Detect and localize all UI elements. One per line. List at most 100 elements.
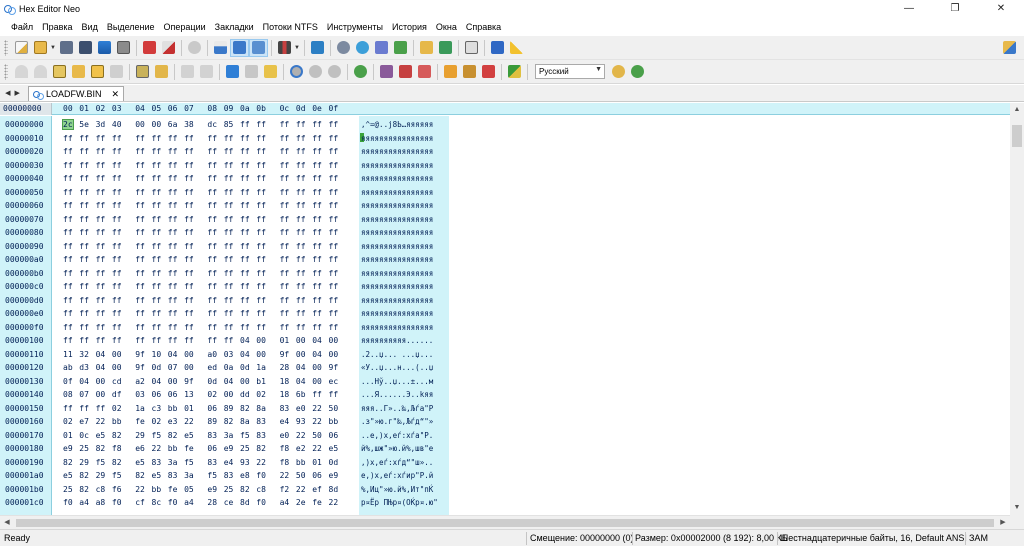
hex-byte[interactable]: 18 <box>280 377 290 386</box>
hex-byte[interactable]: ff <box>96 147 106 156</box>
hex-byte[interactable]: 9f <box>135 350 145 359</box>
hex-byte[interactable]: ff <box>280 296 290 305</box>
hex-byte[interactable]: ff <box>207 228 217 237</box>
hex-byte[interactable]: 22 <box>296 485 306 494</box>
hex-byte[interactable]: 02 <box>112 404 122 413</box>
hex-byte[interactable]: ff <box>224 134 234 143</box>
hex-byte[interactable]: ff <box>152 161 162 170</box>
hex-byte[interactable]: 93 <box>296 417 306 426</box>
hex-byte[interactable]: 9f <box>184 377 194 386</box>
tab-close-icon[interactable]: ✕ <box>112 89 120 100</box>
hex-byte[interactable]: 06 <box>329 431 339 440</box>
hex-byte[interactable]: ff <box>79 174 89 183</box>
hex-byte[interactable]: 22 <box>312 444 322 453</box>
scroll-down-icon[interactable]: ▼ <box>1010 501 1024 515</box>
hex-byte[interactable]: 9f <box>280 350 290 359</box>
hex-byte[interactable]: ff <box>112 242 122 251</box>
hex-byte[interactable]: 13 <box>184 390 194 399</box>
hex-byte[interactable]: 25 <box>79 444 89 453</box>
hex-byte[interactable]: ff <box>184 323 194 332</box>
ascii-row[interactable]: .з"»ю.г"‰‚Љѓд“"» <box>361 417 433 426</box>
hex-byte[interactable]: 3a <box>168 458 178 467</box>
hex-byte[interactable]: fe <box>312 498 322 507</box>
hex-byte[interactable]: ff <box>312 120 322 129</box>
hex-byte[interactable]: ff <box>79 269 89 278</box>
hex-byte[interactable]: ff <box>312 161 322 170</box>
properties-icon[interactable] <box>463 40 480 56</box>
hex-byte[interactable]: 9f <box>135 363 145 372</box>
scroll-left-icon[interactable]: ◀ <box>0 516 14 530</box>
hex-byte[interactable]: ff <box>135 188 145 197</box>
compare-icon[interactable] <box>212 40 229 56</box>
ascii-row[interactable]: %‚Иц"»ю.й%‚Ит"пЌ <box>361 485 433 494</box>
hex-byte[interactable]: ef <box>312 485 322 494</box>
tab-loadfw-bin[interactable]: LOADFW.BIN ✕ <box>28 86 125 101</box>
hex-byte[interactable]: 3a <box>224 431 234 440</box>
hex-byte[interactable]: e5 <box>63 471 73 480</box>
hex-byte[interactable]: ff <box>79 296 89 305</box>
hex-byte[interactable]: 06 <box>207 444 217 453</box>
charset-icon[interactable] <box>629 64 646 80</box>
monitor-icon[interactable] <box>309 40 326 56</box>
hex-byte[interactable]: bb <box>296 458 306 467</box>
hex-byte[interactable]: 00 <box>168 377 178 386</box>
hex-byte[interactable]: ff <box>329 242 339 251</box>
hex-byte[interactable]: ff <box>112 188 122 197</box>
hex-byte[interactable]: ff <box>79 336 89 345</box>
hex-byte[interactable]: e0 <box>280 431 290 440</box>
hex-view-icon[interactable] <box>230 38 249 57</box>
hex-byte[interactable]: ff <box>256 134 266 143</box>
hex-byte[interactable]: ff <box>112 147 122 156</box>
hex-byte[interactable]: ff <box>240 174 250 183</box>
hex-byte[interactable]: 22 <box>312 404 322 413</box>
hex-byte[interactable]: ff <box>135 134 145 143</box>
hex-byte[interactable]: 40 <box>112 120 122 129</box>
goto-icon[interactable] <box>378 64 395 80</box>
hex-byte[interactable]: 00 <box>112 350 122 359</box>
hex-byte[interactable]: 04 <box>79 377 89 386</box>
hex-editor[interactable]: 00000000 00 01 02 03 04 05 06 07 08 09 0a 0b 0c 0d 0e 0… <box>0 103 1024 515</box>
hex-byte[interactable]: ff <box>312 282 322 291</box>
hex-byte[interactable]: 0a <box>224 363 234 372</box>
hex-byte[interactable]: ff <box>184 336 194 345</box>
open-file-icon[interactable] <box>32 40 49 56</box>
tab-scroll-arrows[interactable]: ◀ ▶ <box>0 85 26 101</box>
hex-byte[interactable]: ff <box>240 242 250 251</box>
hex-byte[interactable]: ff <box>312 201 322 210</box>
hex-byte[interactable]: ff <box>329 161 339 170</box>
hex-byte[interactable]: ed <box>207 363 217 372</box>
hex-byte[interactable]: 01 <box>63 431 73 440</box>
hex-byte[interactable]: ff <box>224 242 234 251</box>
scroll-right-icon[interactable]: ▶ <box>996 516 1010 530</box>
hex-byte[interactable]: ff <box>96 323 106 332</box>
hex-byte[interactable]: d3 <box>79 363 89 372</box>
menu-bookmarks[interactable]: Закладки <box>211 22 258 32</box>
paste-special-icon[interactable] <box>262 64 279 80</box>
hex-byte[interactable]: ff <box>168 309 178 318</box>
save-as-icon[interactable] <box>77 40 94 56</box>
save-all-icon[interactable] <box>96 40 113 56</box>
hex-byte[interactable]: 93 <box>240 458 250 467</box>
hex-byte[interactable]: f0 <box>63 498 73 507</box>
hex-byte[interactable]: ff <box>168 215 178 224</box>
ascii-row[interactable]: яяяяяяяяяяяяяяяя <box>361 161 433 170</box>
hex-byte[interactable]: 1a <box>135 404 145 413</box>
hex-byte[interactable]: b1 <box>256 377 266 386</box>
hex-byte[interactable]: 00 <box>184 363 194 372</box>
hex-byte[interactable]: ff <box>79 215 89 224</box>
hex-byte[interactable]: ff <box>135 309 145 318</box>
hex-byte[interactable]: ff <box>296 120 306 129</box>
hex-byte[interactable]: ff <box>79 161 89 170</box>
hex-byte[interactable]: ff <box>280 147 290 156</box>
hex-byte[interactable]: ff <box>184 269 194 278</box>
hex-byte[interactable]: 2e <box>296 498 306 507</box>
hex-byte[interactable]: ff <box>96 215 106 224</box>
hex-byte[interactable]: ff <box>168 242 178 251</box>
hex-byte[interactable]: ff <box>329 269 339 278</box>
hex-byte[interactable]: f5 <box>240 431 250 440</box>
ascii-row[interactable]: яяяяяяяяяяяяяяяя <box>361 282 433 291</box>
hex-byte[interactable]: ff <box>224 309 234 318</box>
hex-byte[interactable]: e6 <box>135 444 145 453</box>
hex-byte[interactable]: ff <box>240 215 250 224</box>
hex-byte[interactable]: ff <box>112 134 122 143</box>
